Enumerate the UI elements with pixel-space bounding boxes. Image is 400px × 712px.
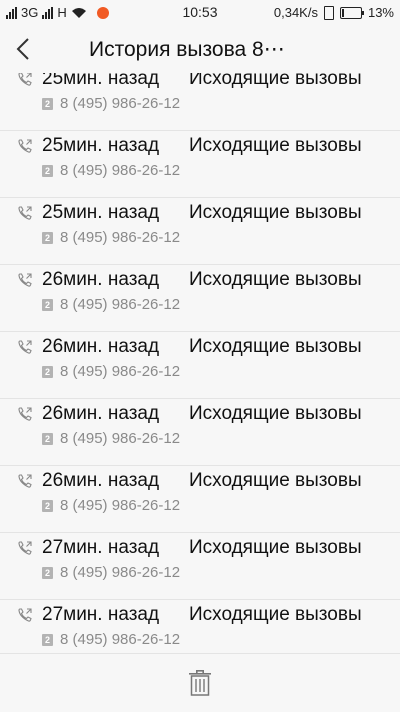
outgoing-call-icon xyxy=(18,474,32,488)
call-history-row[interactable]: 25мин. назад Исходящие вызовы 2 8 (495) 986… xyxy=(0,73,400,131)
call-type-label: Исходящие вызовы xyxy=(189,604,362,625)
delete-button[interactable] xyxy=(188,669,212,697)
outgoing-call-icon xyxy=(18,340,32,354)
phone-number-label: 8 (495) 986-26-12 xyxy=(60,296,181,313)
call-type-label: Исходящие вызовы xyxy=(189,202,362,223)
status-right: 0,34K/s 13% xyxy=(274,5,394,20)
call-type-label: Исходящие вызовы xyxy=(189,403,362,424)
call-time-label: 27мин. назад xyxy=(42,537,160,558)
call-type-label: Исходящие вызовы xyxy=(189,269,362,290)
trash-icon xyxy=(189,670,211,696)
sim-badge-icon: 2 xyxy=(42,366,53,378)
phone-number-label: 8 (495) 986-26-12 xyxy=(60,497,181,514)
call-history-row[interactable]: 26мин. назад Исходящие вызовы 2 8 (495) 986… xyxy=(0,265,400,332)
call-history-list[interactable]: 25мин. назад Исходящие вызовы 2 8 (495) 986… xyxy=(0,73,400,653)
phone-number-label: 8 (495) 986-26-12 xyxy=(60,229,181,246)
back-arrow-icon xyxy=(16,38,29,60)
call-time-label: 25мин. назад xyxy=(42,135,160,156)
call-time-label: 27мин. назад xyxy=(42,604,160,625)
call-type-label: Исходящие вызовы xyxy=(189,73,362,89)
sim-badge-icon: 2 xyxy=(42,232,53,244)
battery-icon xyxy=(339,6,364,19)
sim-badge-icon: 2 xyxy=(42,299,53,311)
call-history-row[interactable]: 25мин. назад Исходящие вызовы 2 8 (495) 986… xyxy=(0,198,400,265)
call-history-row[interactable]: 27мин. назад Исходящие вызовы 2 8 (495) 986… xyxy=(0,600,400,653)
call-history-row[interactable]: 26мин. назад Исходящие вызовы 2 8 (495) 986… xyxy=(0,466,400,533)
call-history-row[interactable]: 26мин. назад Исходящие вызовы 2 8 (495) 986… xyxy=(0,399,400,466)
call-type-label: Исходящие вызовы xyxy=(189,135,362,156)
phone-number-label: 8 (495) 986-26-12 xyxy=(60,162,181,179)
call-time-label: 26мин. назад xyxy=(42,470,160,491)
phone-number-label: 8 (495) 986-26-12 xyxy=(60,564,181,581)
vibrate-icon xyxy=(323,5,334,20)
call-time-label: 25мин. назад xyxy=(42,73,160,89)
status-bar: 3G H 10:53 0,34K/s 13% xyxy=(0,0,400,25)
network-speed: 0,34K/s xyxy=(273,5,318,20)
call-history-row[interactable]: 26мин. назад Исходящие вызовы 2 8 (495) 986… xyxy=(0,332,400,399)
phone-number-label: 8 (495) 986-26-12 xyxy=(60,363,181,380)
outgoing-call-icon xyxy=(18,206,32,220)
sim-badge-icon: 2 xyxy=(42,567,53,579)
call-type-label: Исходящие вызовы xyxy=(189,470,362,491)
bottom-toolbar xyxy=(0,653,400,712)
phone-number-label: 8 (495) 986-26-12 xyxy=(60,95,181,112)
battery-fill xyxy=(341,8,344,17)
page-title: История вызова 8⋯ xyxy=(89,38,285,61)
battery-percent: 13% xyxy=(367,5,394,20)
back-button[interactable] xyxy=(10,33,40,65)
call-time-label: 26мин. назад xyxy=(42,403,160,424)
call-time-label: 26мин. назад xyxy=(42,269,160,290)
call-time-label: 25мин. назад xyxy=(42,202,160,223)
outgoing-call-icon xyxy=(18,73,32,86)
call-type-label: Исходящие вызовы xyxy=(189,336,362,357)
outgoing-call-icon xyxy=(18,608,32,622)
outgoing-call-icon xyxy=(18,407,32,421)
sim-badge-icon: 2 xyxy=(42,500,53,512)
outgoing-call-icon xyxy=(18,273,32,287)
call-type-label: Исходящие вызовы xyxy=(189,537,362,558)
sim-badge-icon: 2 xyxy=(42,165,53,177)
call-history-row[interactable]: 25мин. назад Исходящие вызовы 2 8 (495) 986… xyxy=(0,131,400,198)
sim-badge-icon: 2 xyxy=(42,634,53,646)
call-time-label: 26мин. назад xyxy=(42,336,160,357)
phone-number-label: 8 (495) 986-26-12 xyxy=(60,430,181,447)
phone-number-label: 8 (495) 986-26-12 xyxy=(60,631,181,648)
call-history-row[interactable]: 27мин. назад Исходящие вызовы 2 8 (495) 986… xyxy=(0,533,400,600)
outgoing-call-icon xyxy=(18,139,32,153)
outgoing-call-icon xyxy=(18,541,32,555)
sim-badge-icon: 2 xyxy=(42,98,53,110)
app-header: История вызова 8⋯ xyxy=(0,25,400,73)
sim-badge-icon: 2 xyxy=(42,433,53,445)
